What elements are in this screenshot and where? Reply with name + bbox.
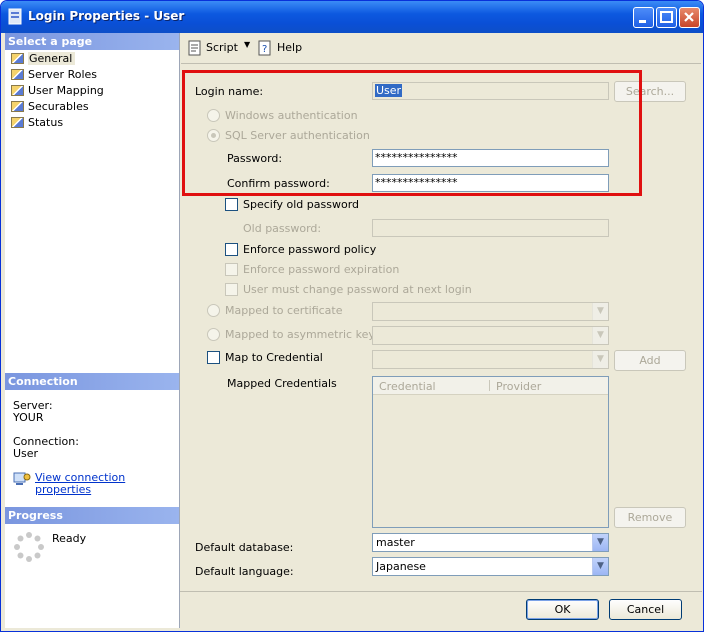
credential-combo[interactable]: ▼ — [372, 350, 609, 369]
connection-properties-icon — [13, 472, 31, 485]
remove-button[interactable]: Remove — [614, 507, 686, 528]
toolbar-divider — [181, 63, 701, 64]
close-icon[interactable] — [679, 7, 700, 28]
default-language-label: Default language: — [195, 565, 294, 578]
add-button[interactable]: Add — [614, 350, 686, 371]
script-icon — [188, 40, 201, 56]
default-database-value: master — [376, 536, 415, 549]
certificate-combo[interactable]: ▼ — [372, 302, 609, 321]
sidebar-item-label: User Mapping — [28, 84, 104, 97]
minimize-icon[interactable] — [633, 7, 654, 28]
old-password-field[interactable] — [372, 219, 609, 237]
specify-old-password-checkbox[interactable] — [225, 198, 238, 211]
select-page-header: Select a page — [5, 33, 179, 50]
ok-button[interactable]: OK — [526, 599, 599, 620]
map-credential-checkbox[interactable] — [207, 351, 220, 364]
default-language-value: Japanese — [376, 560, 426, 573]
view-connection-properties-link-line2[interactable]: properties — [35, 483, 91, 496]
enforce-expiration-label: Enforce password expiration — [243, 263, 400, 276]
login-properties-window: Login Properties - User Select a page Ge… — [0, 0, 704, 632]
page-icon — [11, 85, 24, 96]
chevron-down-icon[interactable]: ▼ — [592, 558, 608, 575]
chevron-down-icon[interactable]: ▼ — [592, 303, 608, 320]
script-button-label: Script — [206, 41, 238, 54]
page-icon — [11, 69, 24, 80]
enforce-policy-label: Enforce password policy — [243, 243, 377, 256]
chevron-down-icon[interactable]: ▼ — [592, 534, 608, 551]
asym-key-combo[interactable]: ▼ — [372, 326, 609, 345]
mapped-asym-key-radio[interactable] — [207, 328, 220, 341]
title-bar[interactable]: Login Properties - User — [1, 1, 703, 33]
must-change-label: User must change password at next login — [243, 283, 472, 296]
grid-col-credential[interactable]: Credential — [379, 380, 436, 393]
mapped-credentials-grid[interactable]: Credential Provider — [372, 376, 609, 528]
progress-header: Progress — [5, 507, 179, 524]
mapped-asym-key-label: Mapped to asymmetric key — [225, 328, 375, 341]
grid-header: Credential Provider — [373, 377, 608, 395]
page-icon — [11, 53, 24, 64]
cancel-button[interactable]: Cancel — [609, 599, 682, 620]
old-password-label: Old password: — [243, 222, 322, 235]
server-value: YOUR — [13, 411, 44, 424]
default-language-combo[interactable]: Japanese ▼ — [372, 557, 609, 576]
progress-status: Ready — [52, 532, 87, 545]
sidebar-item-user-mapping[interactable]: User Mapping — [11, 83, 104, 98]
svg-text:?: ? — [262, 44, 267, 55]
maximize-icon[interactable] — [656, 7, 677, 28]
must-change-checkbox[interactable] — [225, 283, 238, 296]
default-database-combo[interactable]: master ▼ — [372, 533, 609, 552]
enforce-expiration-checkbox[interactable] — [225, 263, 238, 276]
mapped-credentials-label: Mapped Credentials — [227, 377, 337, 390]
sidebar-item-label: General — [28, 52, 76, 65]
default-database-label: Default database: — [195, 541, 294, 554]
help-icon: ? — [258, 40, 271, 56]
column-divider — [489, 380, 490, 391]
left-pane: Select a page General Server Roles User … — [5, 33, 180, 628]
sidebar-item-securables[interactable]: Securables — [11, 99, 89, 114]
chevron-down-icon[interactable]: ▼ — [592, 327, 608, 344]
sidebar-item-general[interactable]: General — [11, 51, 76, 66]
help-button-label: Help — [277, 41, 303, 54]
window-title: Login Properties - User — [28, 9, 185, 23]
mapped-certificate-radio[interactable] — [207, 304, 220, 317]
sidebar-item-server-roles[interactable]: Server Roles — [11, 67, 97, 82]
chevron-down-icon[interactable]: ▼ — [592, 351, 608, 368]
grid-col-provider[interactable]: Provider — [496, 380, 541, 393]
page-icon — [11, 117, 24, 128]
chevron-down-icon[interactable]: ▼ — [244, 40, 250, 49]
sidebar-item-label: Status — [28, 116, 64, 129]
connection-value: User — [13, 447, 39, 460]
page-icon — [11, 101, 24, 112]
map-credential-label: Map to Credential — [225, 351, 323, 364]
sidebar-item-status[interactable]: Status — [11, 115, 63, 130]
progress-spinner-icon — [14, 532, 44, 562]
sidebar-item-label: Securables — [28, 100, 89, 113]
connection-header: Connection — [5, 373, 179, 390]
mapped-certificate-label: Mapped to certificate — [225, 304, 343, 317]
highlight-box — [182, 70, 642, 196]
specify-old-password-label: Specify old password — [243, 198, 360, 211]
window-app-icon — [8, 8, 22, 25]
sidebar-item-label: Server Roles — [28, 68, 98, 81]
enforce-policy-checkbox[interactable] — [225, 243, 238, 256]
